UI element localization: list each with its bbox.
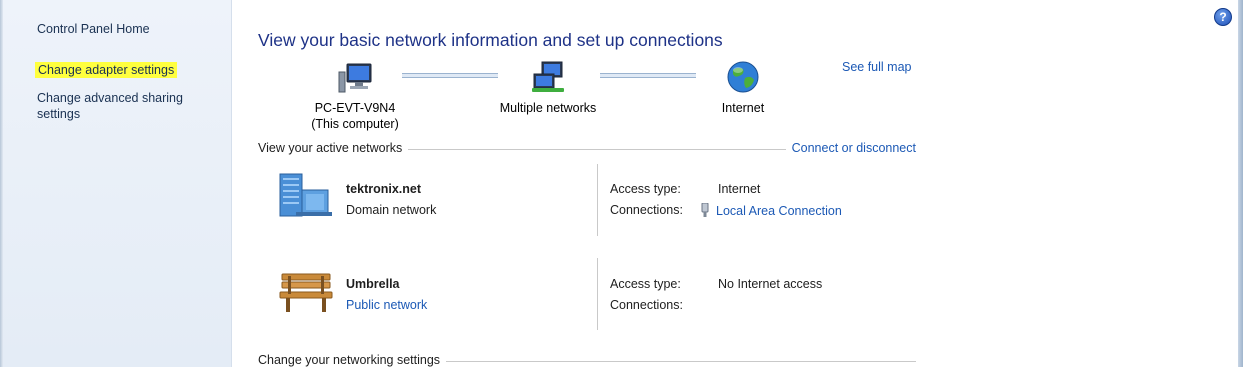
access-type-value: No Internet access xyxy=(718,277,823,291)
access-type-label: Access type: xyxy=(610,182,681,196)
column-divider xyxy=(597,164,598,236)
computer-name: PC-EVT-V9N4 xyxy=(314,101,396,115)
column-divider xyxy=(597,258,598,330)
active-networks-heading: View your active networks xyxy=(258,141,409,155)
local-area-connection-link[interactable]: Local Area Connection xyxy=(700,203,842,218)
see-full-map-link[interactable]: See full map xyxy=(842,60,911,74)
map-this-computer[interactable]: PC-EVT-V9N4 (This computer) xyxy=(295,60,415,132)
internet-label: Internet xyxy=(721,101,765,115)
active-networks-header: View your active networks Connect or dis… xyxy=(258,141,916,157)
computer-sub: (This computer) xyxy=(311,117,399,131)
connections-label: Connections: xyxy=(610,298,683,312)
access-type-value: Internet xyxy=(718,182,761,196)
connect-or-disconnect-link[interactable]: Connect or disconnect xyxy=(785,141,916,155)
sidebar-item-change-advanced-sharing[interactable]: Change advanced sharing settings xyxy=(37,90,217,122)
networking-settings-heading: Change your networking settings xyxy=(258,353,447,367)
sidebar-item-control-panel-home[interactable]: Control Panel Home xyxy=(37,22,150,36)
map-multiple-networks[interactable]: Multiple networks xyxy=(488,60,608,116)
network-type-link[interactable]: Public network xyxy=(346,298,427,312)
park-bench-icon xyxy=(279,273,333,312)
map-connector-line xyxy=(600,73,696,78)
access-type-label: Access type: xyxy=(610,277,681,291)
ethernet-plug-icon xyxy=(701,203,709,217)
page-title: View your basic network information and … xyxy=(258,30,723,50)
map-internet[interactable]: Internet xyxy=(688,60,798,116)
map-connector-line xyxy=(402,73,498,78)
domain-building-icon xyxy=(279,173,332,217)
multiple-networks-label: Multiple networks xyxy=(499,101,597,115)
globe-icon xyxy=(727,61,759,93)
multiple-networks-icon xyxy=(532,61,564,92)
network-type: Domain network xyxy=(346,203,437,217)
sidebar: Control Panel Home Change adapter settin… xyxy=(3,0,232,367)
network-name: tektronix.net xyxy=(346,182,422,196)
window-right-edge xyxy=(1238,0,1243,367)
network-name: Umbrella xyxy=(346,277,400,291)
connection-link-label[interactable]: Local Area Connection xyxy=(716,204,842,218)
connections-label: Connections: xyxy=(610,203,683,217)
help-icon[interactable]: ? xyxy=(1214,8,1232,26)
computer-icon xyxy=(338,63,372,93)
sidebar-item-change-adapter-settings[interactable]: Change adapter settings xyxy=(35,62,178,78)
